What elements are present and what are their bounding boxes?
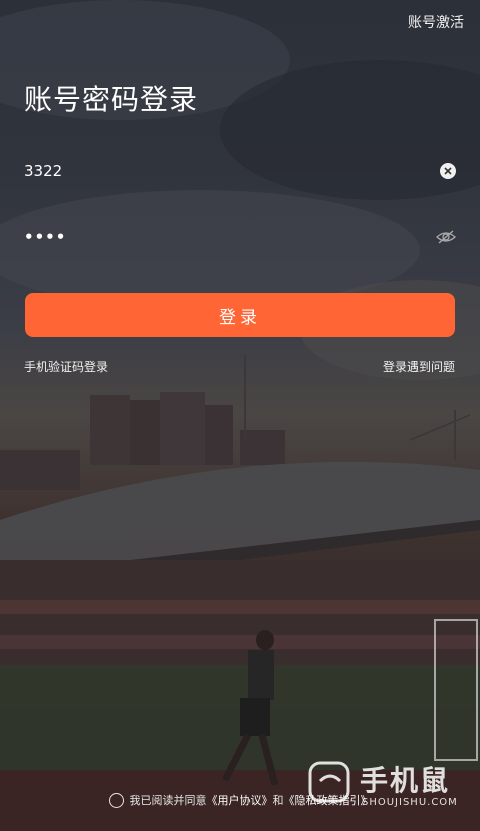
sms-login-link[interactable]: 手机验证码登录 xyxy=(24,358,108,375)
page-title: 账号密码登录 xyxy=(24,83,199,116)
mouse-logo-icon xyxy=(308,761,350,803)
account-input[interactable] xyxy=(24,162,440,180)
eye-closed-icon[interactable] xyxy=(436,230,456,244)
watermark-text: 手机鼠 xyxy=(360,764,451,797)
agreement-and: 和 xyxy=(272,794,284,807)
account-activation-link[interactable]: 账号激活 xyxy=(408,12,464,32)
user-agreement-link[interactable]: 《用户协议》 xyxy=(207,792,273,808)
login-screen: 账号激活 账号密码登录 登录 手机验证码登录 登录遇到问题 我已阅读并同意 《用… xyxy=(0,0,480,831)
watermark-logo: 手机鼠 SHOUJISHU.COM xyxy=(302,755,462,815)
login-problem-link[interactable]: 登录遇到问题 xyxy=(383,358,455,375)
watermark-url: SHOUJISHU.COM xyxy=(362,797,458,808)
account-field xyxy=(24,151,456,191)
agreement-prefix: 我已阅读并同意 xyxy=(129,794,207,807)
password-input[interactable] xyxy=(24,228,436,246)
login-button[interactable]: 登录 xyxy=(25,293,455,337)
stadium-background-image xyxy=(0,0,480,831)
password-field xyxy=(24,217,456,257)
clear-icon[interactable] xyxy=(440,163,456,179)
radio-icon[interactable] xyxy=(108,792,124,808)
